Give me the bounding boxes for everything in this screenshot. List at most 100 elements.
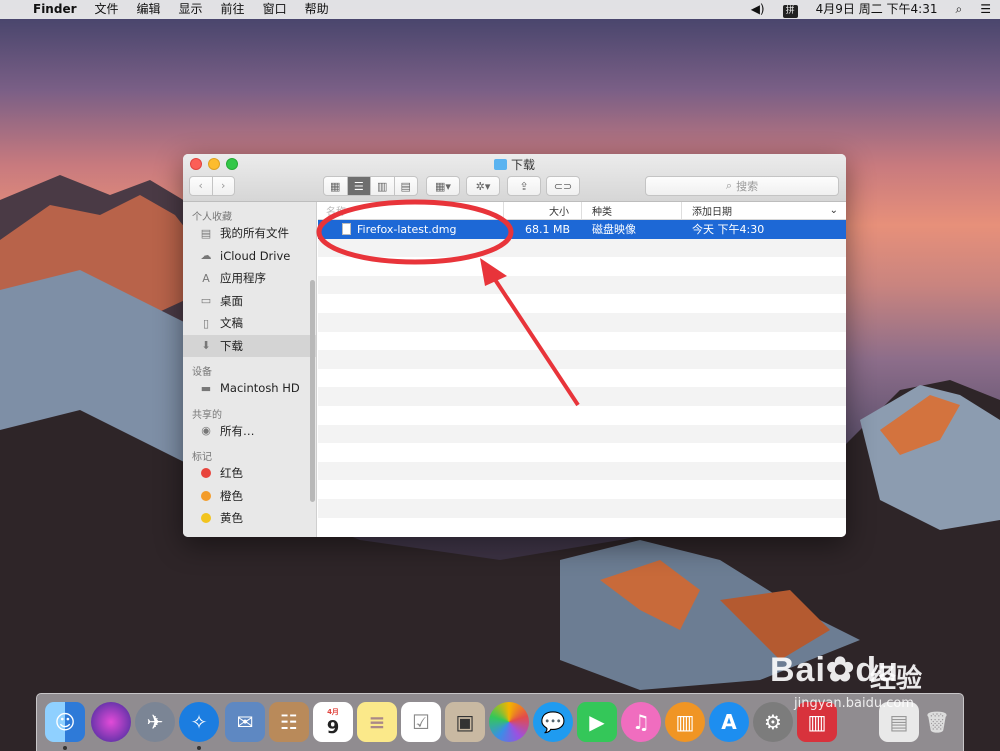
empty-row bbox=[318, 312, 846, 332]
search-icon: ⌕ bbox=[725, 179, 733, 192]
calendar-icon[interactable]: 4月 9 bbox=[313, 702, 353, 742]
app-store-icon[interactable]: A bbox=[709, 702, 749, 742]
sidebar-header-shared: 共享的 bbox=[192, 409, 222, 421]
yellow-tag-dot bbox=[201, 513, 211, 524]
sidebar-item-label: 所有… bbox=[220, 423, 255, 438]
file-size: 68.1 MB bbox=[524, 222, 570, 236]
empty-row bbox=[318, 257, 846, 276]
sidebar-item-applications[interactable]: A 应用程序 bbox=[183, 267, 316, 290]
reminders-icon[interactable]: ☑ bbox=[401, 702, 441, 742]
menu-window[interactable]: 窗口 bbox=[254, 0, 296, 19]
running-indicator bbox=[197, 746, 201, 750]
downloads-folder-icon bbox=[493, 159, 507, 170]
empty-row bbox=[318, 350, 846, 369]
file-name: Firefox-latest.dmg bbox=[357, 222, 457, 236]
empty-row bbox=[318, 406, 846, 425]
file-kind: 磁盘映像 bbox=[592, 223, 636, 237]
spotlight-icon[interactable]: ⌕ bbox=[947, 0, 972, 19]
icon-view-button[interactable]: ▦ bbox=[324, 177, 347, 195]
all-files-icon: ▤ bbox=[200, 226, 212, 240]
file-row-firefox-dmg[interactable]: Firefox-latest.dmg 68.1 MB 磁盘映像 今天 下午4:3… bbox=[318, 220, 846, 239]
sidebar-item-label: Macintosh HD bbox=[220, 381, 300, 396]
sidebar-item-macintosh-hd[interactable]: ▬ Macintosh HD bbox=[183, 377, 316, 400]
sidebar-item-tag-red[interactable]: 红色 bbox=[183, 462, 316, 485]
sidebar-item-tag-yellow[interactable]: 黄色 bbox=[183, 507, 316, 530]
siri-icon[interactable] bbox=[91, 702, 131, 742]
empty-row bbox=[318, 424, 846, 444]
sidebar-item-label: 应用程序 bbox=[220, 271, 266, 286]
menu-edit[interactable]: 编辑 bbox=[128, 0, 170, 19]
speaker-icon[interactable]: ◀) bbox=[742, 0, 774, 19]
sidebar-item-label: 橙色 bbox=[220, 488, 243, 503]
column-header-kind[interactable]: 种类 bbox=[582, 202, 682, 219]
desktop-icon: ▭ bbox=[200, 294, 212, 308]
window-title: 下载 bbox=[183, 156, 846, 173]
photo-booth-icon[interactable]: ▣ bbox=[445, 702, 485, 742]
back-button[interactable]: ‹ bbox=[190, 177, 212, 195]
mail-icon[interactable]: ✉ bbox=[225, 702, 265, 742]
sidebar-header-devices: 设备 bbox=[192, 367, 212, 378]
dmg-file-icon bbox=[342, 223, 351, 236]
file-list: 名称 大小 种类 添加日期 ⌄ Firefox-latest.dmg 68.1 M… bbox=[318, 202, 846, 537]
finder-icon[interactable]: ☺ bbox=[45, 702, 85, 742]
ime-indicator: 拼 bbox=[782, 5, 798, 18]
sidebar-item-tag-orange[interactable]: 橙色 bbox=[183, 485, 316, 508]
downloads-icon: ⬇ bbox=[201, 339, 211, 353]
ibooks-icon[interactable]: ▥ bbox=[665, 702, 705, 742]
sidebar-item-label: 下载 bbox=[220, 338, 243, 353]
chevron-down-icon: ⌄ bbox=[829, 205, 838, 216]
photos-icon[interactable] bbox=[489, 702, 529, 742]
tag-button[interactable]: ⊂⊃ bbox=[546, 176, 580, 196]
watermark-text: 经验 bbox=[870, 664, 923, 694]
empty-row bbox=[318, 387, 846, 406]
notification-center-icon[interactable]: ☰ bbox=[971, 0, 1000, 19]
empty-row bbox=[318, 480, 846, 499]
search-field[interactable]: ⌕ 搜索 bbox=[645, 176, 839, 196]
column-view-button[interactable]: ▥ bbox=[370, 177, 394, 195]
calendar-day: 9 bbox=[326, 716, 340, 738]
applications-icon: A bbox=[202, 271, 210, 285]
sidebar-item-all-files[interactable]: ▤ 我的所有文件 bbox=[183, 222, 316, 245]
sidebar-item-documents[interactable]: ▯ 文稿 bbox=[183, 312, 316, 335]
menu-help[interactable]: 帮助 bbox=[296, 0, 338, 19]
sidebar-item-all-shared[interactable]: ◉ 所有… bbox=[183, 420, 316, 443]
window-title-text: 下载 bbox=[510, 158, 535, 172]
empty-row bbox=[318, 461, 846, 481]
sidebar-item-desktop[interactable]: ▭ 桌面 bbox=[183, 290, 316, 313]
action-gear-button[interactable]: ✲▾ bbox=[466, 176, 500, 196]
arrange-button[interactable]: ▦▾ bbox=[426, 176, 460, 196]
gallery-view-button[interactable]: ▤ bbox=[393, 177, 418, 195]
menu-view[interactable]: 显示 bbox=[170, 0, 212, 19]
sidebar-scrollbar[interactable] bbox=[310, 280, 315, 502]
cloud-icon: ☁ bbox=[200, 249, 212, 263]
contacts-icon[interactable]: ☷ bbox=[269, 702, 309, 742]
documents-icon: ▯ bbox=[202, 316, 210, 330]
sidebar-item-downloads[interactable]: ⬇ 下载 bbox=[183, 334, 316, 357]
column-header-date-label: 添加日期 bbox=[692, 207, 732, 218]
red-tag-dot bbox=[201, 468, 211, 479]
search-placeholder: 搜索 bbox=[736, 180, 759, 193]
empty-row bbox=[318, 332, 846, 351]
safari-icon[interactable]: ✧ bbox=[179, 702, 219, 742]
messages-icon[interactable]: 💬 bbox=[533, 702, 573, 742]
column-header-date-added[interactable]: 添加日期 ⌄ bbox=[682, 202, 846, 219]
ime-menu[interactable]: 拼 bbox=[774, 0, 807, 19]
list-view-button[interactable]: ☰ bbox=[346, 177, 370, 195]
menubar-clock[interactable]: 4月9日 周二 下午4:31 bbox=[807, 0, 947, 19]
column-header-name[interactable]: 名称 bbox=[318, 202, 504, 219]
itunes-icon[interactable]: ♫ bbox=[621, 702, 661, 742]
menu-app-finder[interactable]: Finder bbox=[24, 0, 86, 19]
menu-go[interactable]: 前往 bbox=[212, 0, 254, 19]
sidebar-item-icloud[interactable]: ☁ iCloud Drive bbox=[183, 245, 316, 268]
empty-row bbox=[318, 238, 846, 258]
watermark-url: jingyan.baidu.com bbox=[794, 696, 914, 711]
column-header-size[interactable]: 大小 bbox=[504, 202, 582, 219]
facetime-icon[interactable]: ▶ bbox=[577, 702, 617, 742]
notes-icon[interactable]: ≡ bbox=[357, 702, 397, 742]
empty-row bbox=[318, 498, 846, 518]
launchpad-icon[interactable]: ✈ bbox=[135, 702, 175, 742]
empty-row bbox=[318, 518, 846, 537]
menu-file[interactable]: 文件 bbox=[86, 0, 128, 19]
share-button[interactable]: ⇪ bbox=[507, 176, 541, 196]
forward-button[interactable]: › bbox=[211, 177, 235, 195]
